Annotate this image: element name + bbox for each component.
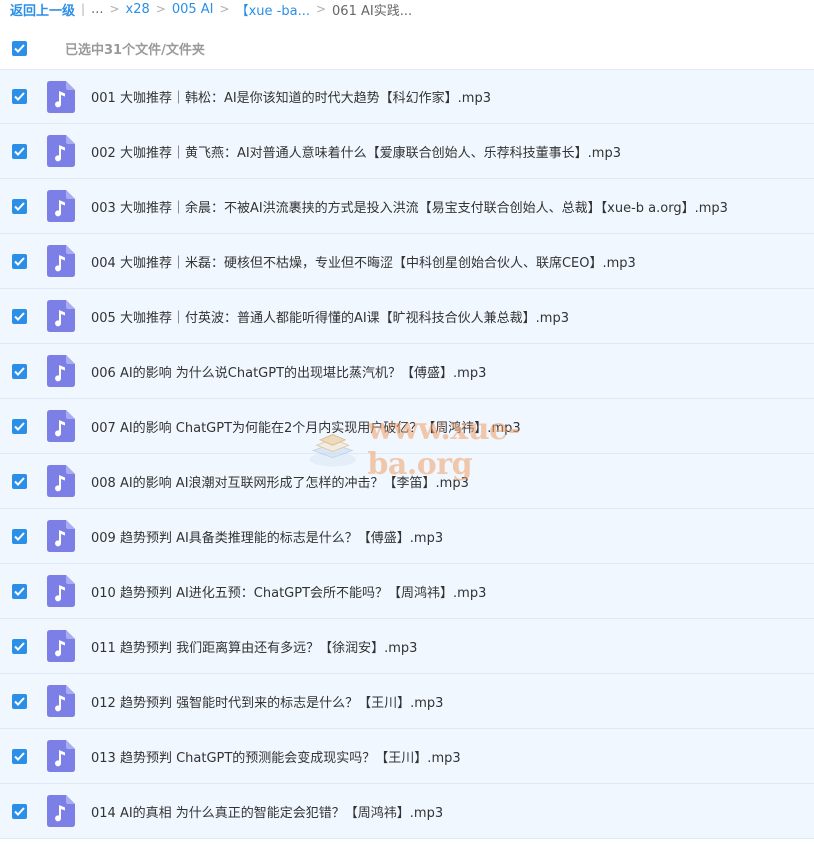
file-row[interactable]: 002 大咖推荐｜黄飞燕：AI对普通人意味着什么【爱康联合创始人、乐荐科技董事长…: [0, 124, 814, 179]
checkmark-icon: [14, 43, 25, 53]
file-row[interactable]: 013 趋势预判 ChatGPT的预测能会变成现实吗？【王川】.mp3: [0, 729, 814, 784]
file-row[interactable]: 011 趋势预判 我们距离算由还有多远？【徐润安】.mp3: [0, 619, 814, 674]
music-file-icon: [47, 355, 75, 387]
file-row[interactable]: 004 大咖推荐｜米磊：硬核但不枯燥，专业但不晦涩【中科创星创始合伙人、联席CE…: [0, 234, 814, 289]
file-name[interactable]: 014 AI的真相 为什么真正的智能定会犯错？【周鸿祎】.mp3: [91, 802, 443, 821]
file-row[interactable]: 007 AI的影响 ChatGPT为何能在2个月内实现用户破亿？【周鸿祎】.mp…: [0, 399, 814, 454]
file-row[interactable]: 010 趋势预判 AI进化五预：ChatGPT会所不能吗？【周鸿祎】.mp3: [0, 564, 814, 619]
breadcrumb: 返回上一级 | ... > x28 > 005 AI > 【xue -ba...…: [0, 0, 814, 19]
checkmark-icon: [14, 586, 25, 596]
checkmark-icon: [14, 476, 25, 486]
file-row[interactable]: 006 AI的影响 为什么说ChatGPT的出现堪比蒸汽机？【傅盛】.mp3: [0, 344, 814, 399]
music-file-icon: [47, 410, 75, 442]
selection-header: 已选中31个文件/文件夹: [0, 30, 814, 66]
file-checkbox[interactable]: [12, 583, 27, 599]
breadcrumb-separator: >: [219, 2, 230, 16]
file-name[interactable]: 013 趋势预判 ChatGPT的预测能会变成现实吗？【王川】.mp3: [91, 747, 461, 766]
file-row[interactable]: 009 趋势预判 AI具备类推理能的标志是什么？【傅盛】.mp3: [0, 509, 814, 564]
selected-count-text: 已选中31个文件/文件夹: [65, 42, 205, 58]
file-list: 001 大咖推荐｜韩松：AI是你该知道的时代大趋势【科幻作家】.mp3 002 大…: [0, 69, 814, 839]
breadcrumb-separator: >: [155, 2, 166, 16]
music-file-icon: [47, 685, 75, 717]
checkmark-icon: [14, 146, 25, 156]
select-all-checkbox[interactable]: [12, 40, 27, 56]
checkmark-icon: [14, 696, 25, 706]
breadcrumb-divider: |: [81, 2, 86, 16]
file-name[interactable]: 007 AI的影响 ChatGPT为何能在2个月内实现用户破亿？【周鸿祎】.mp…: [91, 417, 521, 436]
breadcrumb-separator: >: [315, 2, 327, 16]
checkmark-icon: [14, 421, 25, 431]
file-checkbox[interactable]: [12, 253, 27, 269]
checkmark-icon: [14, 256, 25, 266]
back-link[interactable]: 返回上一级: [10, 0, 75, 19]
music-file-icon: [47, 300, 75, 332]
file-row[interactable]: 008 AI的影响 AI浪潮对互联网形成了怎样的冲击？【李笛】.mp3: [0, 454, 814, 509]
checkmark-icon: [14, 751, 25, 761]
checkmark-icon: [14, 92, 25, 101]
file-name[interactable]: 008 AI的影响 AI浪潮对互联网形成了怎样的冲击？【李笛】.mp3: [91, 472, 469, 491]
file-checkbox[interactable]: [12, 693, 27, 709]
music-file-icon: [47, 135, 75, 167]
file-row[interactable]: 014 AI的真相 为什么真正的智能定会犯错？【周鸿祎】.mp3: [0, 784, 814, 839]
file-name[interactable]: 003 大咖推荐｜余晨：不被AI洪流裹挟的方式是投入洪流【易宝支付联合创始人、总…: [91, 197, 728, 216]
music-file-icon: [47, 245, 75, 277]
file-name[interactable]: 002 大咖推荐｜黄飞燕：AI对普通人意味着什么【爱康联合创始人、乐荐科技董事长…: [91, 142, 621, 161]
file-checkbox[interactable]: [12, 748, 27, 764]
file-checkbox[interactable]: [12, 89, 27, 104]
checkmark-icon: [14, 311, 25, 321]
file-name[interactable]: 006 AI的影响 为什么说ChatGPT的出现堪比蒸汽机？【傅盛】.mp3: [91, 362, 486, 381]
file-row[interactable]: 005 大咖推荐｜付英波：普通人都能听得懂的AI课【旷视科技合伙人兼总裁】.mp…: [0, 289, 814, 344]
file-checkbox[interactable]: [12, 528, 27, 544]
file-checkbox[interactable]: [12, 638, 27, 654]
file-checkbox[interactable]: [12, 363, 27, 379]
music-file-icon: [47, 575, 75, 607]
breadcrumb-separator: >: [109, 2, 120, 16]
file-checkbox[interactable]: [12, 198, 27, 214]
file-name[interactable]: 010 趋势预判 AI进化五预：ChatGPT会所不能吗？【周鸿祎】.mp3: [91, 582, 486, 601]
file-row[interactable]: 003 大咖推荐｜余晨：不被AI洪流裹挟的方式是投入洪流【易宝支付联合创始人、总…: [0, 179, 814, 234]
file-name[interactable]: 011 趋势预判 我们距离算由还有多远？【徐润安】.mp3: [91, 637, 417, 656]
checkmark-icon: [14, 531, 25, 541]
music-file-icon: [47, 630, 75, 662]
breadcrumb-current: 061 AI实践...: [332, 3, 413, 19]
file-checkbox[interactable]: [12, 143, 27, 159]
file-name[interactable]: 005 大咖推荐｜付英波：普通人都能听得懂的AI课【旷视科技合伙人兼总裁】.mp…: [91, 307, 569, 326]
file-name[interactable]: 012 趋势预判 强智能时代到来的标志是什么？【王川】.mp3: [91, 692, 443, 711]
music-file-icon: [47, 80, 75, 113]
checkmark-icon: [14, 366, 25, 376]
checkmark-icon: [14, 806, 25, 816]
file-name[interactable]: 004 大咖推荐｜米磊：硬核但不枯燥，专业但不晦涩【中科创星创始合伙人、联席CE…: [91, 252, 636, 271]
breadcrumb-item-xue-ba[interactable]: 【xue -ba...: [236, 0, 310, 19]
breadcrumb-item-x28[interactable]: x28: [126, 2, 150, 17]
file-checkbox[interactable]: [12, 473, 27, 489]
file-checkbox[interactable]: [12, 308, 27, 324]
checkmark-icon: [14, 201, 25, 211]
checkmark-icon: [14, 641, 25, 651]
file-row[interactable]: 012 趋势预判 强智能时代到来的标志是什么？【王川】.mp3: [0, 674, 814, 729]
music-file-icon: [47, 190, 75, 222]
music-file-icon: [47, 740, 75, 772]
file-row[interactable]: 001 大咖推荐｜韩松：AI是你该知道的时代大趋势【科幻作家】.mp3: [0, 69, 814, 124]
file-name[interactable]: 009 趋势预判 AI具备类推理能的标志是什么？【傅盛】.mp3: [91, 527, 443, 546]
music-file-icon: [47, 795, 75, 827]
music-file-icon: [47, 465, 75, 497]
music-file-icon: [47, 520, 75, 552]
file-name[interactable]: 001 大咖推荐｜韩松：AI是你该知道的时代大趋势【科幻作家】.mp3: [91, 87, 491, 106]
breadcrumb-item-005-ai[interactable]: 005 AI: [172, 2, 214, 17]
breadcrumb-ellipsis[interactable]: ...: [91, 2, 103, 17]
file-checkbox[interactable]: [12, 803, 27, 819]
file-checkbox[interactable]: [12, 418, 27, 434]
